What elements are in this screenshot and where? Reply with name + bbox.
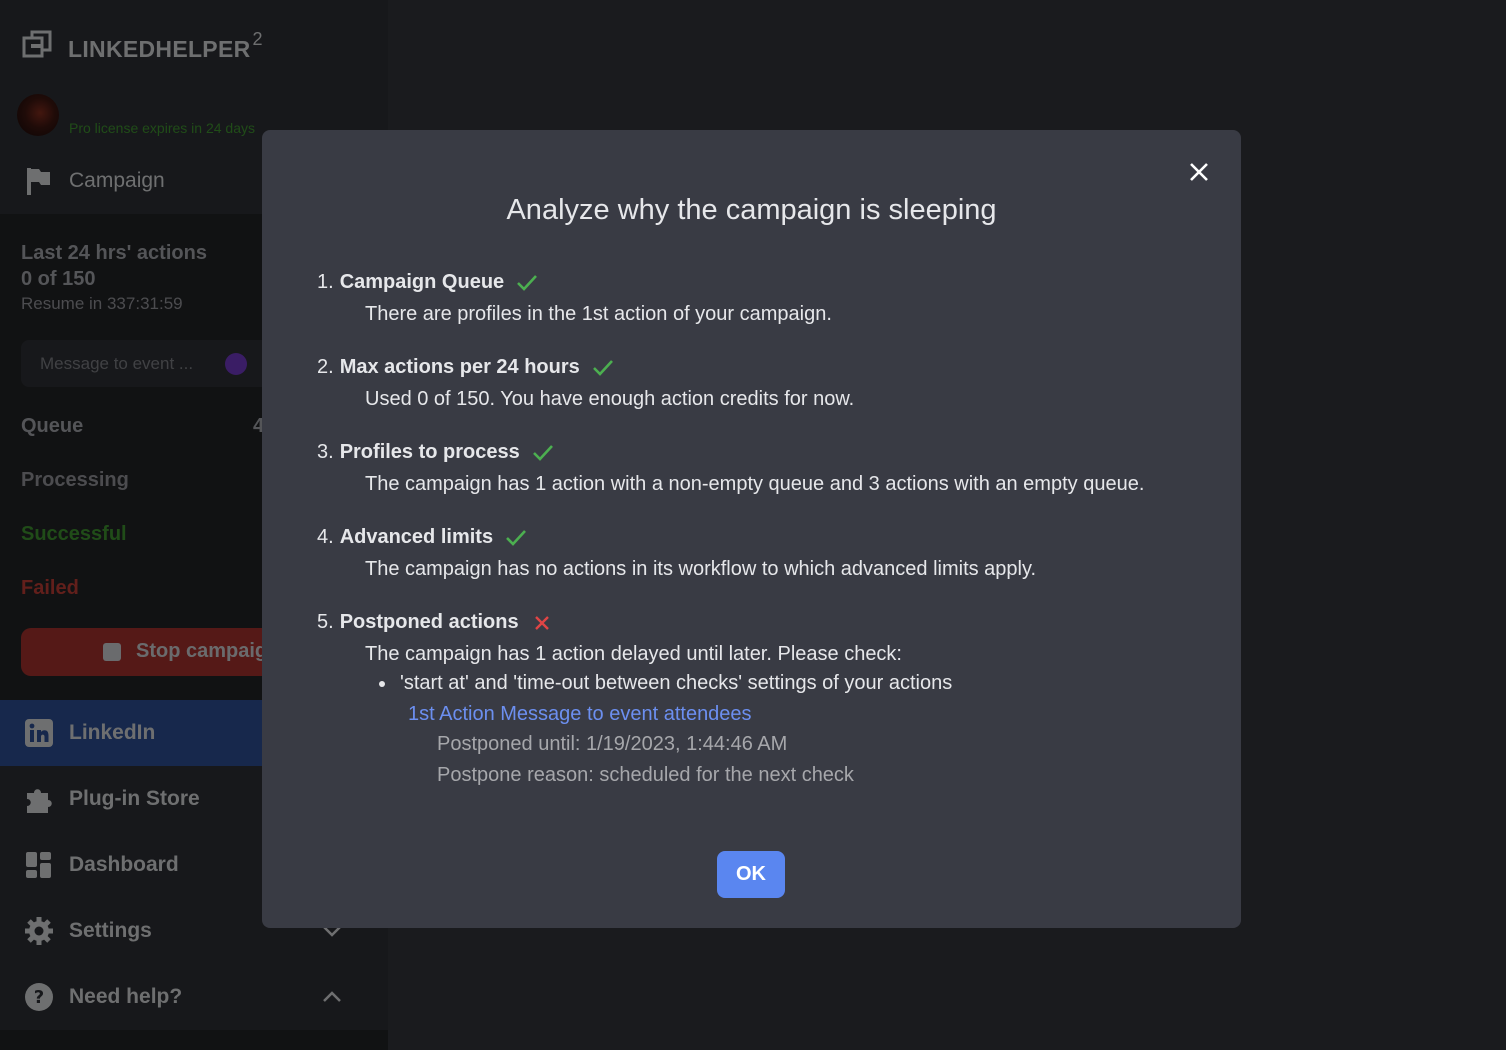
check-item-campaign-queue: 1. Campaign Queue There are profiles in …	[317, 271, 832, 325]
close-icon[interactable]	[1187, 160, 1211, 184]
checkmark-icon	[532, 444, 553, 461]
check-item-advanced-limits: 4. Advanced limits The campaign has no a…	[317, 526, 1037, 580]
sleep-analysis-dialog: Analyze why the campaign is sleeping 1. …	[262, 130, 1241, 928]
checkmark-icon	[517, 274, 538, 291]
cross-icon	[534, 615, 549, 630]
checkmark-icon	[592, 359, 613, 376]
ok-button[interactable]: OK	[717, 851, 785, 898]
dialog-title: Analyze why the campaign is sleeping	[506, 194, 997, 226]
postponed-until: Postponed until: 1/19/2023, 1:44:46 AM	[437, 733, 788, 755]
check-item-max-actions: 2. Max actions per 24 hours Used 0 of 15…	[317, 356, 855, 410]
bullet-item: 'start at' and 'time-out between checks'…	[379, 672, 952, 695]
action-link[interactable]: 1st Action Message to event attendees	[408, 703, 952, 726]
postpone-reason: Postpone reason: scheduled for the next …	[437, 764, 854, 786]
check-item-profiles: 3. Profiles to process The campaign has …	[317, 441, 1145, 495]
check-item-postponed: 5. Postponed actions The campaign has 1 …	[317, 611, 953, 786]
checkmark-icon	[506, 529, 527, 546]
